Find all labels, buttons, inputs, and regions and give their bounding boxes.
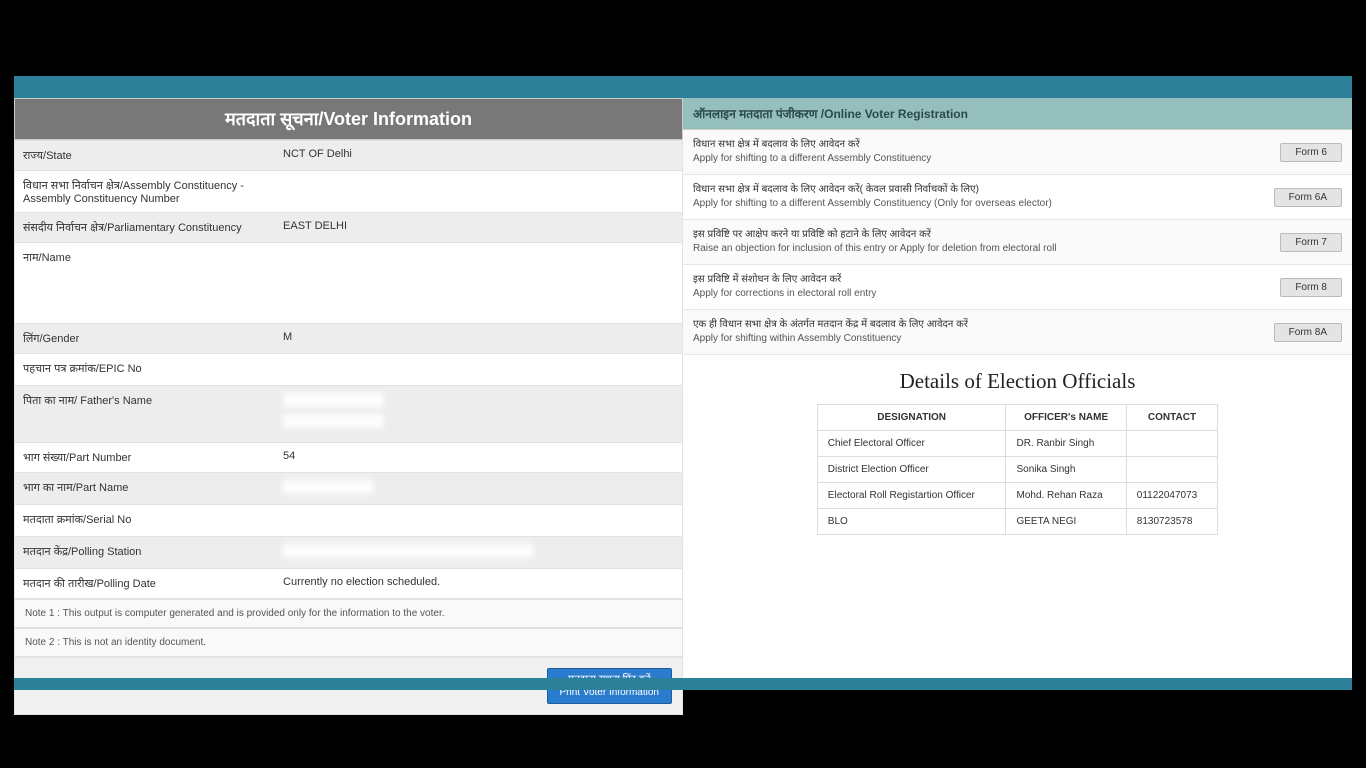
value-polling-station <box>275 537 682 569</box>
cell-name: Mohd. Rehan Raza <box>1006 483 1126 509</box>
label-polling-date: मतदान की तारीख/Polling Date <box>15 569 276 599</box>
officials-title: Details of Election Officials <box>683 355 1352 404</box>
registration-item-en: Apply for shifting to a different Assemb… <box>693 152 931 166</box>
table-row: District Election OfficerSonika Singh <box>817 457 1217 483</box>
cell-contact <box>1126 457 1217 483</box>
registration-item-en: Apply for shifting to a different Assemb… <box>693 197 1052 211</box>
table-row: Chief Electoral OfficerDR. Ranbir Singh <box>817 431 1217 457</box>
table-row: BLOGEETA NEGI8130723578 <box>817 509 1217 535</box>
label-name: नाम/Name <box>15 243 276 324</box>
cell-designation: District Election Officer <box>817 457 1006 483</box>
cell-contact: 01122047073 <box>1126 483 1217 509</box>
value-epic <box>275 354 682 386</box>
registration-item-en: Apply for shifting within Assembly Const… <box>693 332 968 346</box>
registration-item-en: Apply for corrections in electoral roll … <box>693 287 876 301</box>
label-serial: मतदाता क्रमांक/Serial No <box>15 505 276 537</box>
cell-contact: 8130723578 <box>1126 509 1217 535</box>
registration-item-hi: इस प्रविष्टि पर आक्षेप करने या प्रविष्टि… <box>693 228 1057 242</box>
label-gender: लिंग/Gender <box>15 324 276 354</box>
form-button-form8[interactable]: Form 8 <box>1280 278 1342 297</box>
registration-item-text: इस प्रविष्टि पर आक्षेप करने या प्रविष्टि… <box>693 228 1057 256</box>
registration-item-hi: विधान सभा क्षेत्र में बदलाव के लिए आवेदन… <box>693 183 1052 197</box>
table-row: Electoral Roll Registartion OfficerMohd.… <box>817 483 1217 509</box>
registration-item: विधान सभा क्षेत्र में बदलाव के लिए आवेदन… <box>683 130 1352 175</box>
value-gender: M <box>275 324 682 354</box>
value-part-name <box>275 473 682 505</box>
cell-name: DR. Ranbir Singh <box>1006 431 1126 457</box>
registration-item: एक ही विधान सभा क्षेत्र के अंतर्गत मतदान… <box>683 310 1352 355</box>
bottom-bar <box>14 678 1352 690</box>
label-part-name: भाग का नाम/Part Name <box>15 473 276 505</box>
form-button-form8a[interactable]: Form 8A <box>1274 323 1342 342</box>
registration-item: इस प्रविष्टि पर आक्षेप करने या प्रविष्टि… <box>683 220 1352 265</box>
voter-info-panel: मतदाता सूचना/Voter Information राज्य/Sta… <box>14 98 683 715</box>
cell-name: GEETA NEGI <box>1006 509 1126 535</box>
voter-info-table: राज्य/StateNCT OF Delhi विधान सभा निर्वा… <box>14 140 683 599</box>
registration-item-text: एक ही विधान सभा क्षेत्र के अंतर्गत मतदान… <box>693 318 968 346</box>
label-father: पिता का नाम/ Father's Name <box>15 386 276 443</box>
cell-name: Sonika Singh <box>1006 457 1126 483</box>
right-panel: ऑनलाइन मतदाता पंजीकरण /Online Voter Regi… <box>683 98 1352 715</box>
registration-header: ऑनलाइन मतदाता पंजीकरण /Online Voter Regi… <box>683 98 1352 130</box>
note-2: Note 2 : This is not an identity documen… <box>14 628 683 657</box>
form-button-form6[interactable]: Form 6 <box>1280 143 1342 162</box>
label-part-no: भाग संख्या/Part Number <box>15 443 276 473</box>
top-bar <box>14 76 1352 98</box>
cell-designation: BLO <box>817 509 1006 535</box>
registration-item-text: विधान सभा क्षेत्र में बदलाव के लिए आवेदन… <box>693 183 1052 211</box>
voter-info-title: मतदाता सूचना/Voter Information <box>14 98 683 140</box>
officials-table: DESIGNATION OFFICER's NAME CONTACT Chief… <box>817 404 1218 535</box>
value-ac <box>275 171 682 213</box>
note-1: Note 1 : This output is computer generat… <box>14 599 683 628</box>
label-ac: विधान सभा निर्वाचन क्षेत्र/Assembly Cons… <box>15 171 276 213</box>
form-button-form7[interactable]: Form 7 <box>1280 233 1342 252</box>
label-polling-station: मतदान केंद्र/Polling Station <box>15 537 276 569</box>
label-state: राज्य/State <box>15 141 276 171</box>
form-button-form6a[interactable]: Form 6A <box>1274 188 1342 207</box>
registration-item-text: विधान सभा क्षेत्र में बदलाव के लिए आवेदन… <box>693 138 931 166</box>
cell-designation: Electoral Roll Registartion Officer <box>817 483 1006 509</box>
label-epic: पहचान पत्र क्रमांक/EPIC No <box>15 354 276 386</box>
value-polling-date: Currently no election scheduled. <box>275 569 682 599</box>
registration-item-hi: इस प्रविष्टि में संशोधन के लिए आवेदन करे… <box>693 273 876 287</box>
label-pc: संसदीय निर्वाचन क्षेत्र/Parliamentary Co… <box>15 213 276 243</box>
registration-list: विधान सभा क्षेत्र में बदलाव के लिए आवेदन… <box>683 130 1352 355</box>
registration-item: विधान सभा क्षेत्र में बदलाव के लिए आवेदन… <box>683 175 1352 220</box>
value-name <box>275 243 682 324</box>
registration-item-hi: एक ही विधान सभा क्षेत्र के अंतर्गत मतदान… <box>693 318 968 332</box>
value-pc: EAST DELHI <box>275 213 682 243</box>
value-serial <box>275 505 682 537</box>
value-father <box>275 386 682 443</box>
registration-item-hi: विधान सभा क्षेत्र में बदलाव के लिए आवेदन… <box>693 138 931 152</box>
cell-designation: Chief Electoral Officer <box>817 431 1006 457</box>
registration-item-en: Raise an objection for inclusion of this… <box>693 242 1057 256</box>
col-contact: CONTACT <box>1126 405 1217 431</box>
registration-item: इस प्रविष्टि में संशोधन के लिए आवेदन करे… <box>683 265 1352 310</box>
col-designation: DESIGNATION <box>817 405 1006 431</box>
cell-contact <box>1126 431 1217 457</box>
value-part-no: 54 <box>275 443 682 473</box>
value-state: NCT OF Delhi <box>275 141 682 171</box>
registration-item-text: इस प्रविष्टि में संशोधन के लिए आवेदन करे… <box>693 273 876 301</box>
col-officer-name: OFFICER's NAME <box>1006 405 1126 431</box>
